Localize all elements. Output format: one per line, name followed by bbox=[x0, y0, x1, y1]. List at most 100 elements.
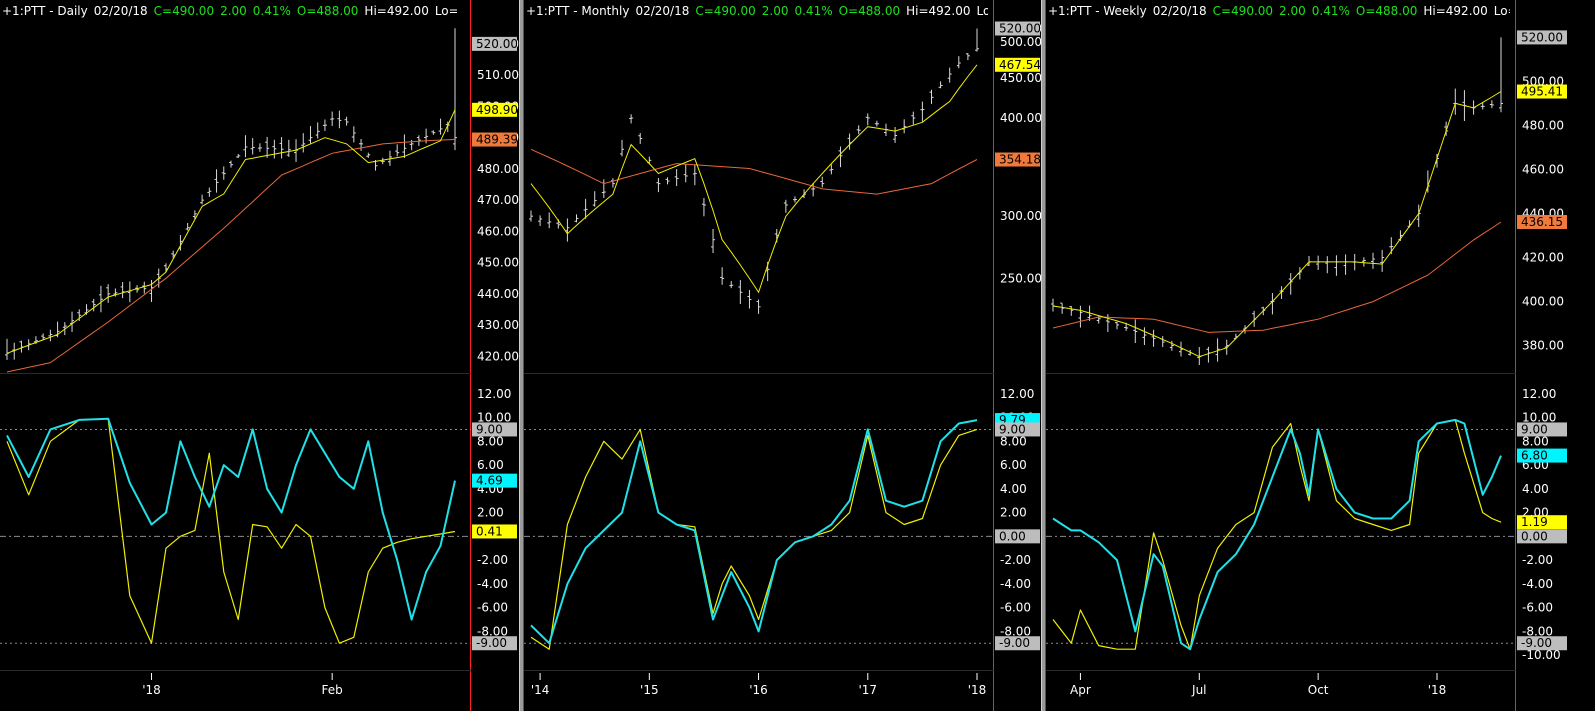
value-badge-label: 489.39 bbox=[476, 133, 518, 147]
header-change: 2.00 bbox=[761, 4, 789, 18]
header-open: O=488.00 bbox=[296, 4, 359, 18]
header-change: 2.00 bbox=[1279, 4, 1306, 18]
x-tick-label: '18 bbox=[142, 683, 161, 697]
header-pct: 0.41% bbox=[794, 4, 833, 18]
value-badge-label: 6.80 bbox=[1521, 449, 1548, 463]
slow-moving-average-line bbox=[530, 148, 978, 195]
osc-tick-label: -6.00 bbox=[477, 601, 508, 615]
value-badge-label: 0.00 bbox=[999, 529, 1026, 543]
osc-tick-label: -2.00 bbox=[477, 553, 508, 567]
price-tick-label: 440.00 bbox=[477, 287, 519, 301]
price-tick-label: 430.00 bbox=[477, 318, 519, 332]
value-badge-label: 520.00 bbox=[1521, 30, 1563, 44]
osc-tick-label: -2.00 bbox=[1522, 553, 1553, 567]
value-badge-label: 467.54 bbox=[999, 58, 1041, 72]
header-high: Hi=492.00 bbox=[364, 4, 429, 18]
header-symbol: +1:PTT - Daily bbox=[2, 4, 88, 18]
osc-tick-label: -2.00 bbox=[1000, 553, 1031, 567]
x-tick-label: '18 bbox=[1428, 683, 1447, 697]
osc-tick-label: 6.00 bbox=[1000, 458, 1027, 472]
value-badge-label: 498.90 bbox=[476, 103, 518, 117]
chart-header: +1:PTT - Weekly 02/20/18 C=490.00 2.00 0.41%… bbox=[1048, 4, 1510, 18]
header-symbol: +1:PTT - Monthly bbox=[526, 4, 630, 18]
osc-tick-label: -4.00 bbox=[1522, 577, 1553, 591]
header-change: 2.00 bbox=[220, 4, 247, 18]
daily-chart-canvas[interactable]: 520.00510.00500.00490.00480.00470.00460.… bbox=[0, 0, 519, 711]
value-badge-label: 436.15 bbox=[1521, 215, 1563, 229]
price-tick-label: 480.00 bbox=[1522, 118, 1564, 132]
header-low: Lo=4... bbox=[1493, 4, 1510, 18]
osc-tick-label: 2.00 bbox=[1000, 506, 1027, 520]
value-badge-label: 9.00 bbox=[476, 422, 503, 436]
value-badge-label: -9.00 bbox=[476, 636, 507, 650]
oscillator-slow-line bbox=[1052, 419, 1502, 650]
slow-moving-average-line bbox=[6, 139, 456, 373]
price-tick-label: 470.00 bbox=[477, 193, 519, 207]
header-close: C=490.00 bbox=[153, 4, 215, 18]
value-badge-label: -9.00 bbox=[1521, 636, 1552, 650]
daily-chart-panel[interactable]: +1:PTT - Daily 02/20/18 C=490.00 2.00 0.41% O… bbox=[0, 0, 519, 711]
weekly-chart-canvas[interactable]: 520.00500.00480.00460.00440.00420.00400.… bbox=[1046, 0, 1595, 711]
osc-tick-label: -4.00 bbox=[1000, 577, 1031, 591]
price-tick-label: 500.00 bbox=[1000, 35, 1041, 49]
monthly-chart-panel[interactable]: +1:PTT - Monthly 02/20/18 C=490.00 2.00 0.41… bbox=[524, 0, 1041, 711]
header-open: O=488.00 bbox=[838, 4, 901, 18]
header-date: 02/20/18 bbox=[1152, 4, 1207, 18]
x-tick-label: '15 bbox=[640, 683, 659, 697]
header-close: C=490.00 bbox=[695, 4, 756, 18]
header-low: Lo=486 bbox=[434, 4, 457, 18]
slow-moving-average-line bbox=[1052, 221, 1502, 333]
value-badge-label: 9.00 bbox=[1521, 422, 1548, 436]
header-open: O=488.00 bbox=[1355, 4, 1418, 18]
chart-workspace: +1:PTT - Daily 02/20/18 C=490.00 2.00 0.41% O… bbox=[0, 0, 1595, 711]
osc-tick-label: 4.00 bbox=[1522, 482, 1549, 496]
header-pct: 0.41% bbox=[1311, 4, 1350, 18]
x-tick-label: Apr bbox=[1070, 683, 1091, 697]
oscillator-slow-line bbox=[530, 428, 978, 650]
x-tick-label: '16 bbox=[749, 683, 768, 697]
value-badge-label: 4.69 bbox=[476, 474, 503, 488]
fast-moving-average-line bbox=[530, 64, 978, 294]
osc-tick-label: 2.00 bbox=[477, 506, 504, 520]
header-high: Hi=492.00 bbox=[906, 4, 971, 18]
value-badge-label: 1.19 bbox=[1521, 515, 1548, 529]
monthly-chart-canvas[interactable]: 520.00500.00 450.00 400.00 300.00 250.00 12.0… bbox=[524, 0, 1041, 711]
chart-header: +1:PTT - Daily 02/20/18 C=490.00 2.00 0.41% O… bbox=[2, 4, 457, 18]
x-tick-label: '18 bbox=[968, 683, 987, 697]
value-badge-label: -9.00 bbox=[999, 636, 1030, 650]
header-symbol: +1:PTT - Weekly bbox=[1048, 4, 1147, 18]
osc-tick-label: -6.00 bbox=[1000, 601, 1031, 615]
price-tick-label: 460.00 bbox=[1522, 162, 1564, 176]
osc-tick-label: 12.00 bbox=[1522, 387, 1556, 401]
value-badge-label: 520.00 bbox=[476, 37, 518, 51]
value-badge-label: 0.00 bbox=[1521, 529, 1548, 543]
price-tick-label: 400.00 bbox=[1000, 111, 1041, 125]
osc-tick-label: -6.00 bbox=[1522, 601, 1553, 615]
price-tick-label: 450.00 bbox=[477, 256, 519, 270]
price-tick-label: 380.00 bbox=[1522, 339, 1564, 353]
weekly-chart-panel[interactable]: +1:PTT - Weekly 02/20/18 C=490.00 2.00 0.41%… bbox=[1046, 0, 1595, 711]
price-tick-label: 480.00 bbox=[477, 162, 519, 176]
price-tick-label: 510.00 bbox=[477, 68, 519, 82]
header-pct: 0.41% bbox=[252, 4, 291, 18]
osc-tick-label: -4.00 bbox=[477, 577, 508, 591]
header-close: C=490.00 bbox=[1212, 4, 1274, 18]
osc-tick-label: 12.00 bbox=[1000, 387, 1034, 401]
header-date: 02/20/18 bbox=[635, 4, 690, 18]
x-tick-label: Jul bbox=[1191, 683, 1206, 697]
oscillator-fast-line bbox=[6, 417, 456, 621]
value-badge-label: 354.18 bbox=[999, 153, 1041, 167]
osc-tick-label: 6.00 bbox=[477, 458, 504, 472]
fast-moving-average-line bbox=[1052, 91, 1502, 358]
header-high: Hi=492.00 bbox=[1423, 4, 1488, 18]
x-tick-label: '14 bbox=[531, 683, 550, 697]
value-badge-label: 0.41 bbox=[476, 524, 503, 538]
price-tick-label: 450.00 bbox=[1000, 71, 1041, 85]
fast-moving-average-line bbox=[6, 109, 456, 354]
oscillator-fast-line bbox=[1052, 418, 1502, 651]
price-tick-label: 420.00 bbox=[1522, 251, 1564, 265]
x-tick-label: Oct bbox=[1308, 683, 1329, 697]
header-low: Lo=... bbox=[976, 4, 988, 18]
header-date: 02/20/18 bbox=[93, 4, 148, 18]
value-badge-label: 520.00 bbox=[999, 21, 1041, 35]
